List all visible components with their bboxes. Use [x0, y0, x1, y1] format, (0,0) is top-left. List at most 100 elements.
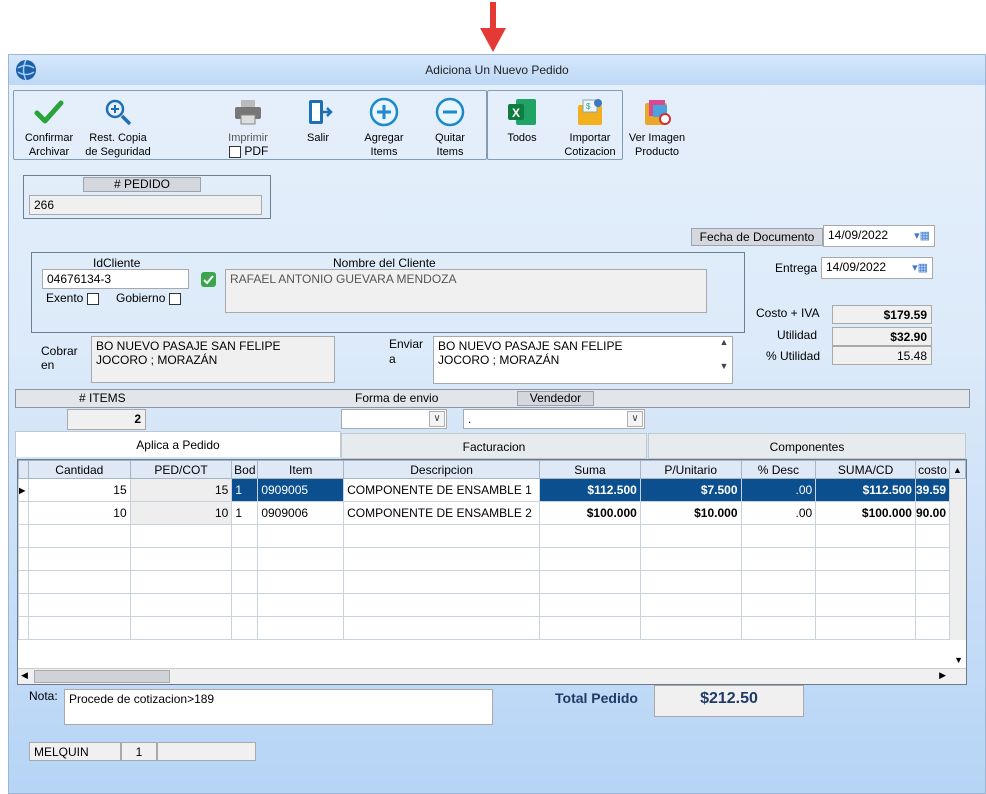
seller-label: Vendedor [517, 391, 594, 406]
exit-label: Salir [306, 132, 329, 144]
utility-pct-label: % Utilidad [766, 349, 821, 363]
cell-bod[interactable]: 1 [231, 501, 259, 525]
shipping-scrollbar[interactable]: ▲ ▼ [717, 337, 731, 383]
table-row[interactable] [18, 570, 966, 594]
scrollbar-track[interactable] [949, 478, 966, 502]
scroll-right-icon[interactable]: ▶ [939, 670, 946, 681]
table-row[interactable] [18, 524, 966, 548]
col-suma[interactable]: Suma [539, 460, 641, 479]
remove-items-label: Quitar Items [435, 132, 465, 158]
scroll-down-icon[interactable]: ▼ [954, 655, 963, 665]
cell-item[interactable]: 0909005 [257, 478, 345, 502]
table-row[interactable] [18, 547, 966, 571]
window-titlebar: Adiciona Un Nuevo Pedido [9, 55, 985, 85]
items-header-bar [15, 389, 970, 408]
tab-facturacion[interactable]: Facturacion [341, 433, 647, 459]
horizontal-scrollbar[interactable]: ◀ ▶ ▼ [18, 655, 966, 684]
exit-door-icon [309, 100, 333, 124]
col-cantidad[interactable]: Cantidad [27, 460, 131, 479]
row-selector [18, 501, 29, 525]
cell-desc[interactable]: .00 [740, 501, 817, 525]
red-arrow-indicator [480, 2, 506, 52]
seller-value: . [468, 412, 472, 426]
utility-pct-value: 15.48 [832, 346, 932, 365]
col-costo[interactable]: costo [914, 460, 950, 479]
window-title: Adiciona Un Nuevo Pedido [425, 63, 569, 77]
chevron-down-icon[interactable]: ∨ [429, 411, 445, 427]
cell-descripcion[interactable]: COMPONENTE DE ENSAMBLE 1 [343, 478, 541, 502]
table-row[interactable] [18, 593, 966, 617]
import-quote-button[interactable]: $ Importar Cotizacion [559, 97, 621, 159]
cell-p-unitario[interactable]: $7.500 [639, 478, 742, 502]
export-all-button[interactable]: X Todos [497, 97, 547, 145]
table-row[interactable]: ▶ 15 15 1 0909005 COMPONENTE DE ENSAMBLE… [18, 478, 966, 502]
client-id-field[interactable]: 04676134-3 [42, 269, 189, 289]
view-image-button[interactable]: Ver Imagen Producto [627, 97, 687, 159]
delivery-date-picker[interactable]: 14/09/2022 ▾▦ [821, 257, 933, 279]
exempt-option[interactable]: Exento [46, 291, 99, 305]
scroll-up-icon[interactable]: ▲ [717, 337, 731, 347]
print-button[interactable]: Imprimir [223, 97, 273, 145]
scroll-thumb[interactable] [34, 670, 170, 683]
col-ped-cot[interactable]: PED/COT [129, 460, 233, 479]
cost-label: Costo + IVA [756, 306, 820, 320]
cell-item[interactable]: 0909006 [257, 501, 345, 525]
chevron-down-icon[interactable]: ∨ [627, 411, 643, 427]
exempt-checkbox[interactable] [86, 292, 99, 305]
pdf-checkbox[interactable] [229, 145, 241, 158]
restore-backup-button[interactable]: Rest. Copia de Seguridad [83, 97, 153, 159]
cell-descripcion[interactable]: COMPONENTE DE ENSAMBLE 2 [343, 501, 541, 525]
plus-circle-icon [369, 97, 399, 127]
shipping-address-field[interactable]: BO NUEVO PASAJE SAN FELIPE JOCORO ; MORA… [433, 336, 733, 384]
printer-icon [235, 100, 261, 125]
calendar-icon[interactable]: ▾▦ [914, 229, 930, 242]
client-verified-icon[interactable] [201, 272, 216, 287]
exempt-label: Exento [46, 291, 84, 305]
table-row[interactable] [18, 616, 966, 640]
cell-bod[interactable]: 1 [231, 478, 259, 502]
shipping-method-label: Forma de envio [355, 391, 439, 405]
shipping-method-select[interactable]: ∨ [341, 409, 447, 429]
items-count-label: # ITEMS [79, 391, 126, 405]
cell-cantidad[interactable]: 15 [27, 478, 131, 502]
col-desc[interactable]: % Desc [740, 460, 817, 479]
col-bod[interactable]: Bod [231, 460, 259, 479]
pdf-option[interactable]: PDF [229, 144, 268, 158]
confirm-button[interactable]: Confirmar Archivar [19, 97, 79, 159]
scroll-up-icon[interactable]: ▲ [948, 460, 966, 479]
billing-label: Cobrar en [41, 344, 78, 372]
utility-label: Utilidad [777, 328, 818, 342]
col-p-unitario[interactable]: P/Unitario [639, 460, 742, 479]
table-row[interactable]: 10 10 1 0909006 COMPONENTE DE ENSAMBLE 2… [18, 501, 966, 525]
col-suma-cd[interactable]: SUMA/CD [815, 460, 916, 479]
scroll-down-icon[interactable]: ▼ [717, 361, 731, 371]
note-field[interactable]: Procede de cotizacion>189 [64, 689, 493, 725]
gov-option[interactable]: Gobierno [116, 291, 181, 305]
order-number-field[interactable]: 266 [29, 195, 262, 215]
tab-componentes[interactable]: Componentes [648, 433, 966, 459]
billing-address-field[interactable]: BO NUEVO PASAJE SAN FELIPE JOCORO ; MORA… [91, 336, 335, 383]
exit-button[interactable]: Salir [293, 97, 343, 145]
cell-cantidad[interactable]: 10 [27, 501, 131, 525]
scrollbar-track[interactable] [949, 501, 966, 525]
status-empty [157, 742, 256, 761]
col-descripcion[interactable]: Descripcion [343, 460, 541, 479]
order-number-header: # PEDIDO [83, 177, 201, 192]
cell-suma: $112.500 [539, 478, 641, 502]
client-name-field[interactable]: RAFAEL ANTONIO GUEVARA MENDOZA [225, 269, 707, 313]
note-label: Nota: [29, 689, 58, 703]
calendar-icon[interactable]: ▾▦ [912, 261, 928, 274]
print-label: Imprimir [228, 132, 268, 144]
add-items-button[interactable]: Agregar Items [359, 97, 409, 159]
cell-desc[interactable]: .00 [740, 478, 817, 502]
scroll-left-icon[interactable]: ◀ [21, 670, 28, 681]
client-id-label: IdCliente [93, 256, 141, 270]
col-item[interactable]: Item [257, 460, 345, 479]
doc-date-picker[interactable]: 14/09/2022 ▾▦ [823, 225, 935, 247]
gov-checkbox[interactable] [168, 292, 181, 305]
remove-items-button[interactable]: Quitar Items [425, 97, 475, 159]
seller-select[interactable]: . ∨ [463, 409, 645, 429]
tab-aplica-pedido[interactable]: Aplica a Pedido [15, 431, 341, 457]
cell-p-unitario[interactable]: $10.000 [639, 501, 742, 525]
shipping-label: Enviar a [389, 337, 424, 366]
